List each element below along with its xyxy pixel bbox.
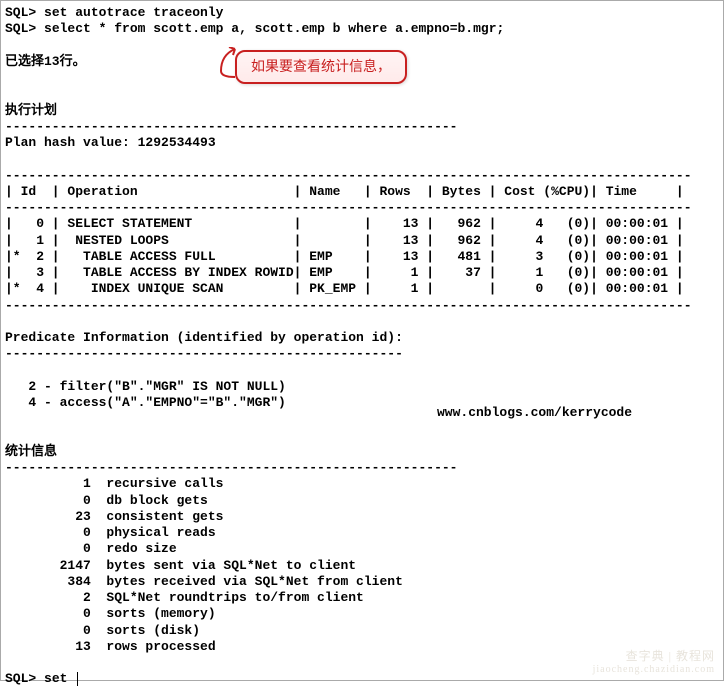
hr: ----------------------------------------… <box>5 200 719 216</box>
stats-row: 0 sorts (disk) <box>5 623 719 639</box>
hr: ----------------------------------------… <box>5 119 719 135</box>
plan-row: |* 4 | INDEX UNIQUE SCAN | PK_EMP | 1 | … <box>5 281 719 297</box>
stats-row: 2147 bytes sent via SQL*Net to client <box>5 558 719 574</box>
cursor-icon <box>77 672 78 686</box>
blog-url: www.cnblogs.com/kerrycode <box>437 405 632 421</box>
annotation-callout: 如果要查看统计信息， <box>217 47 407 87</box>
plan-row: |* 2 | TABLE ACCESS FULL | EMP | 13 | 48… <box>5 249 719 265</box>
stats-row: 0 sorts (memory) <box>5 606 719 622</box>
hr: ----------------------------------------… <box>5 460 719 476</box>
hr: ----------------------------------------… <box>5 298 719 314</box>
stats-row: 0 db block gets <box>5 493 719 509</box>
stats-row: 1 recursive calls <box>5 476 719 492</box>
predicate-title: Predicate Information (identified by ope… <box>5 330 719 346</box>
plan-hash: Plan hash value: 1292534493 <box>5 135 719 151</box>
plan-row: | 0 | SELECT STATEMENT | | 13 | 962 | 4 … <box>5 216 719 232</box>
sql-line-2: SQL> select * from scott.emp a, scott.em… <box>5 21 719 37</box>
stats-row: 2 SQL*Net roundtrips to/from client <box>5 590 719 606</box>
annotation-bubble: 如果要查看统计信息， <box>235 50 407 84</box>
stats-row: 23 consistent gets <box>5 509 719 525</box>
plan-row: | 1 | NESTED LOOPS | | 13 | 962 | 4 (0)|… <box>5 233 719 249</box>
hr: ----------------------------------------… <box>5 168 719 184</box>
stats-row: 0 redo size <box>5 541 719 557</box>
plan-title: 执行计划 <box>5 103 719 119</box>
plan-header: | Id | Operation | Name | Rows | Bytes |… <box>5 184 719 200</box>
stats-row: 0 physical reads <box>5 525 719 541</box>
sql-line-1: SQL> set autotrace traceonly <box>5 5 719 21</box>
annotation-text: 如果要查看统计信息， <box>251 58 391 74</box>
plan-row: | 3 | TABLE ACCESS BY INDEX ROWID| EMP |… <box>5 265 719 281</box>
stats-title: 统计信息 <box>5 444 719 460</box>
predicate-line: 2 - filter("B"."MGR" IS NOT NULL) <box>5 379 719 395</box>
stats-row: 384 bytes received via SQL*Net from clie… <box>5 574 719 590</box>
hr: ----------------------------------------… <box>5 346 719 362</box>
site-watermark: 查字典 | 教程网 jiaocheng.chazidian.com <box>593 649 715 677</box>
